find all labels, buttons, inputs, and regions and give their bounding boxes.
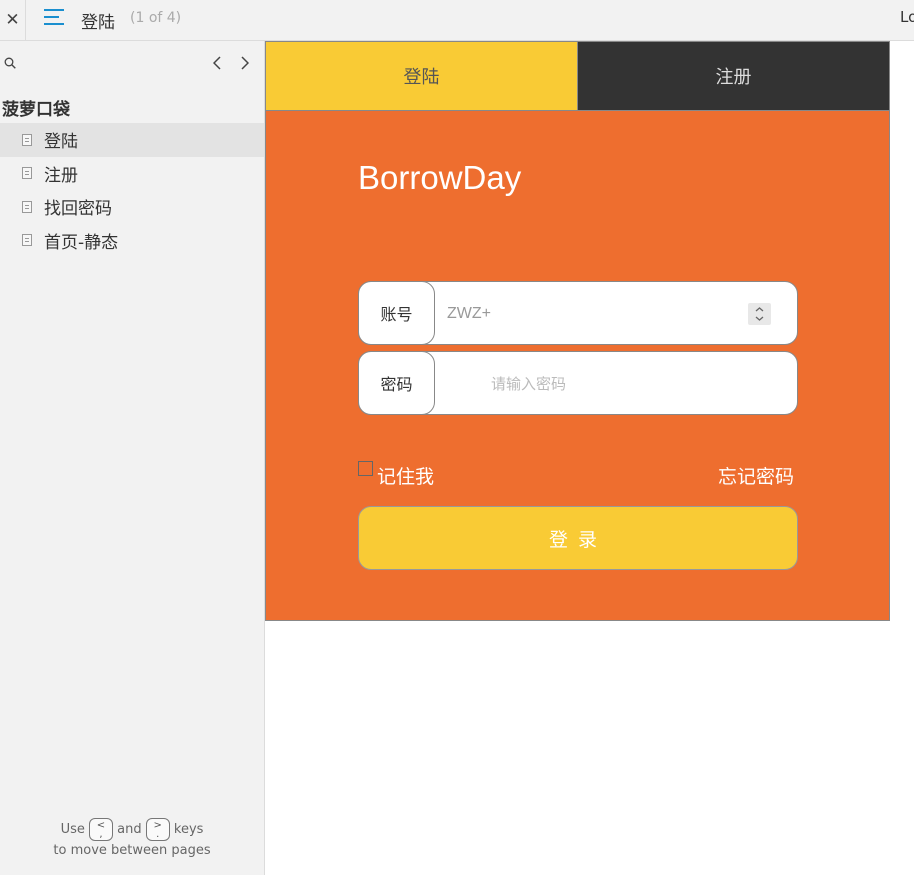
- login-panel: BorrowDay 账号 密码 记住我 忘记密码 登录: [265, 111, 890, 621]
- page-icon: [22, 234, 32, 247]
- page-icon: [22, 200, 32, 213]
- key-next-icon: >.: [145, 818, 170, 841]
- menu-icon[interactable]: [44, 9, 64, 27]
- close-icon: ✕: [5, 10, 20, 30]
- close-button[interactable]: ✕: [0, 0, 26, 40]
- chevron-right-icon: [241, 56, 249, 70]
- hint-text: keys: [173, 822, 204, 837]
- keyboard-hint: Use <, and >. keys to move between pages: [0, 817, 264, 860]
- remember-label: 记住我: [377, 466, 435, 488]
- page-title: 登陆: [81, 13, 115, 33]
- password-input[interactable]: [491, 370, 791, 398]
- password-field: 密码: [358, 351, 798, 415]
- forgot-password-link[interactable]: 忘记密码: [718, 462, 794, 489]
- sidebar-item-home-static[interactable]: 首页-静态: [0, 224, 264, 258]
- hint-text: Use: [60, 822, 85, 837]
- sidebar-item-label: 找回密码: [44, 199, 112, 220]
- sidebar-item-label: 首页-静态: [44, 232, 119, 253]
- remember-me: 记住我: [358, 461, 434, 489]
- account-input[interactable]: [447, 300, 747, 328]
- page-list: 登陆 注册 找回密码 首页-静态: [0, 123, 264, 257]
- sidebar: 菠萝口袋 登陆 注册 找回密码 首页-静态 Use <, and >. keys…: [0, 41, 265, 875]
- search-icon[interactable]: [4, 57, 16, 69]
- sidebar-item-recover-password[interactable]: 找回密码: [0, 190, 264, 224]
- sidebar-item-login[interactable]: 登陆: [0, 123, 264, 157]
- brand-title: BorrowDay: [358, 159, 522, 196]
- project-title: 菠萝口袋: [2, 100, 70, 120]
- sidebar-item-register[interactable]: 注册: [0, 157, 264, 191]
- top-right-link[interactable]: Lo: [900, 8, 914, 26]
- account-label: 账号: [358, 281, 435, 345]
- spinner-icon[interactable]: [748, 303, 771, 325]
- auth-tabs: 登陆 注册: [265, 41, 890, 111]
- next-page-button[interactable]: [237, 53, 253, 73]
- page-icon: [22, 133, 32, 146]
- hint-text: and: [117, 822, 142, 837]
- prev-page-button[interactable]: [209, 53, 225, 73]
- login-button[interactable]: 登录: [358, 506, 798, 570]
- chevron-left-icon: [213, 56, 221, 70]
- remember-checkbox[interactable]: [358, 461, 373, 476]
- password-label: 密码: [358, 351, 435, 415]
- key-prev-icon: <,: [89, 818, 113, 841]
- page-icon: [22, 167, 32, 180]
- page-count: (1 of 4): [130, 10, 182, 26]
- hint-line-2: to move between pages: [53, 843, 211, 858]
- top-bar: ✕ 登陆 (1 of 4) Lo: [0, 0, 914, 41]
- tab-login[interactable]: 登陆: [266, 42, 578, 110]
- tab-register[interactable]: 注册: [578, 42, 889, 110]
- account-field: 账号: [358, 281, 798, 345]
- sidebar-item-label: 注册: [44, 165, 78, 186]
- sidebar-item-label: 登陆: [44, 132, 78, 153]
